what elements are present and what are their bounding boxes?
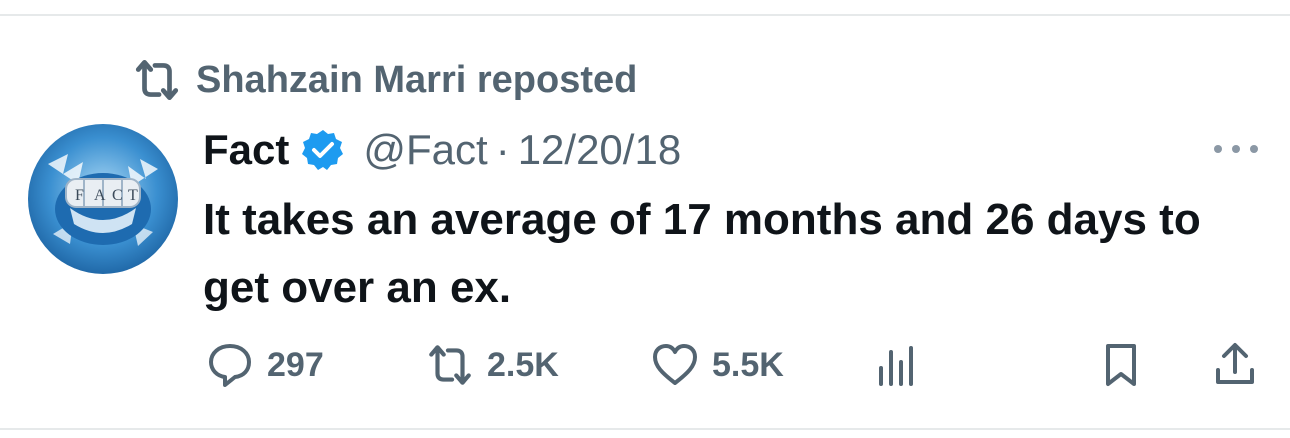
repost-count: 2.5K [487,345,559,384]
analytics-icon [879,346,913,386]
bookmark-icon [1106,344,1136,386]
verified-badge-icon[interactable] [301,128,345,172]
svg-text:C: C [112,187,123,204]
user-handle[interactable]: @Fact [363,126,487,174]
repost-context[interactable]: Shahzain Marri reposted [132,56,637,104]
more-dot [1214,145,1222,153]
repost-label: Shahzain Marri reposted [196,58,638,101]
views-button[interactable] [872,335,922,395]
reply-count: 297 [267,345,324,384]
dot-separator: · [495,126,510,173]
more-dot [1232,145,1240,153]
like-button[interactable]: 5.5K [650,335,784,395]
share-button[interactable] [1210,335,1260,395]
tweet-actions: 297 2.5K 5.5K [0,335,1290,395]
repost-icon [429,345,471,385]
share-icon [1216,343,1254,384]
avatar[interactable]: F A C T [28,124,178,274]
bottom-divider [0,428,1290,430]
display-name[interactable]: Fact [203,126,289,174]
bookmark-button[interactable] [1096,335,1146,395]
svg-text:T: T [128,187,138,204]
like-count: 5.5K [712,345,784,384]
repost-icon [135,59,179,101]
svg-text:A: A [94,187,106,204]
svg-text:F: F [75,187,84,204]
heart-icon [653,344,697,385]
tweet-timestamp[interactable]: 12/20/18 [518,126,682,174]
fact-logo-icon: F A C T [28,124,178,274]
repost-button[interactable]: 2.5K [425,335,559,395]
more-options-icon[interactable] [1214,134,1258,164]
tweet-header: Fact @Fact · 12/20/18 [203,124,681,176]
top-divider [0,14,1290,16]
reply-icon [209,344,251,387]
more-dot [1250,145,1258,153]
reply-button[interactable]: 297 [205,335,324,395]
tweet-text: It takes an average of 17 months and 26 … [203,195,1201,312]
